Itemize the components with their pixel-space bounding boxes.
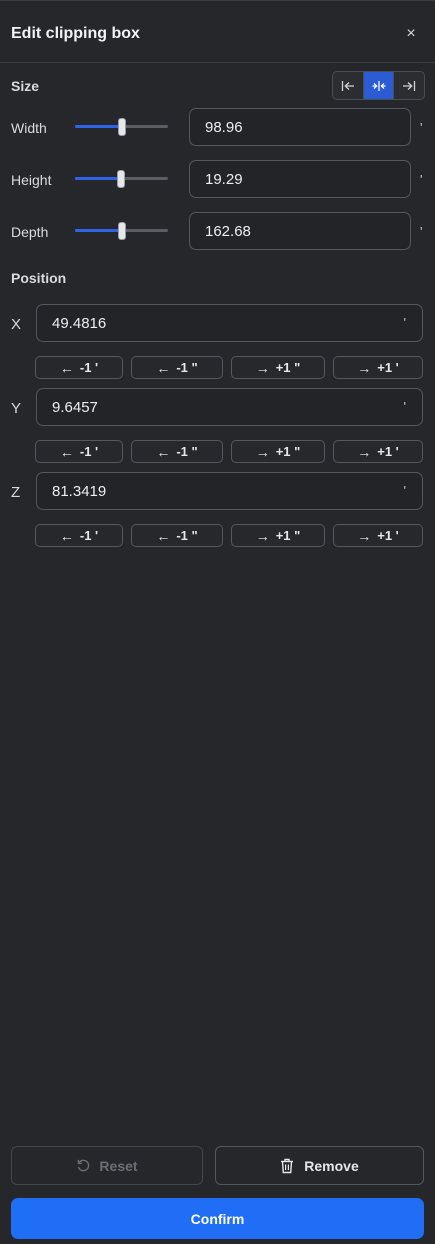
arrow-left-icon: ←: [59, 359, 74, 376]
x-step-minus-inch[interactable]: ← -1 ": [131, 356, 223, 379]
z-step-minus-inch[interactable]: ← -1 ": [131, 524, 223, 547]
x-step-minus-foot[interactable]: ← -1 ': [35, 356, 123, 379]
align-center-button[interactable]: [363, 72, 395, 99]
arrow-left-icon: ←: [59, 443, 74, 460]
confirm-button[interactable]: Confirm: [11, 1198, 424, 1239]
align-left-button[interactable]: [333, 72, 364, 99]
position-section-label: Position: [11, 270, 67, 286]
height-input[interactable]: [190, 161, 410, 197]
arrow-right-icon: →: [255, 443, 270, 460]
depth-input[interactable]: [190, 213, 410, 249]
trash-icon: [281, 1158, 294, 1173]
depth-label: Depth: [11, 224, 49, 240]
arrow-right-icon: →: [255, 527, 270, 544]
width-slider[interactable]: [75, 118, 168, 136]
remove-button[interactable]: Remove: [215, 1146, 424, 1185]
slider-thumb[interactable]: [117, 170, 125, 188]
z-step-plus-foot[interactable]: → +1 ': [333, 524, 423, 547]
close-icon: ×: [406, 25, 416, 42]
y-step-plus-foot[interactable]: → +1 ': [333, 440, 423, 463]
x-label: X: [11, 316, 22, 333]
y-step-plus-inch[interactable]: → +1 ": [231, 440, 325, 463]
z-step-minus-foot[interactable]: ← -1 ': [35, 524, 123, 547]
size-section-label: Size: [11, 78, 40, 94]
slider-fill: [75, 229, 121, 232]
align-left-icon: [341, 80, 354, 91]
arrow-right-icon: →: [357, 359, 372, 376]
reset-label: Reset: [99, 1157, 138, 1174]
depth-field[interactable]: [189, 212, 411, 250]
z-unit: ': [403, 483, 406, 498]
height-slider[interactable]: [75, 170, 168, 188]
width-unit: ': [420, 120, 423, 135]
arrow-left-icon: ←: [59, 527, 74, 544]
z-label: Z: [11, 484, 21, 501]
reset-icon: [78, 1159, 90, 1172]
slider-fill: [75, 125, 121, 128]
arrow-right-icon: →: [255, 359, 270, 376]
arrow-right-icon: →: [357, 443, 372, 460]
height-field[interactable]: [189, 160, 411, 198]
confirm-label: Confirm: [190, 1210, 245, 1227]
width-field[interactable]: [189, 108, 411, 146]
x-field[interactable]: ': [36, 304, 423, 342]
arrow-left-icon: ←: [156, 527, 171, 544]
z-input[interactable]: [37, 473, 422, 509]
x-step-plus-inch[interactable]: → +1 ": [231, 356, 325, 379]
panel-header: Edit clipping box ×: [0, 0, 435, 63]
y-unit: ': [403, 399, 406, 414]
slider-thumb[interactable]: [118, 222, 126, 240]
align-right-icon: [403, 80, 416, 91]
depth-slider[interactable]: [75, 222, 168, 240]
align-right-button[interactable]: [394, 72, 424, 99]
x-step-plus-foot[interactable]: → +1 ': [333, 356, 423, 379]
y-label: Y: [11, 400, 22, 417]
y-input[interactable]: [37, 389, 422, 425]
y-field[interactable]: ': [36, 388, 423, 426]
slider-thumb[interactable]: [118, 118, 126, 136]
close-button[interactable]: ×: [398, 22, 424, 46]
width-input[interactable]: [190, 109, 410, 145]
x-step-row: ← -1 ' ← -1 " → +1 " → +1 ': [35, 356, 423, 379]
arrow-left-icon: ←: [156, 359, 171, 376]
slider-fill: [75, 177, 121, 180]
arrow-right-icon: →: [357, 527, 372, 544]
width-label: Width: [11, 120, 47, 136]
y-step-row: ← -1 ' ← -1 " → +1 " → +1 ': [35, 440, 423, 463]
y-step-minus-foot[interactable]: ← -1 ': [35, 440, 123, 463]
panel-title: Edit clipping box: [11, 25, 140, 42]
remove-label: Remove: [304, 1157, 359, 1174]
align-center-icon: [372, 80, 385, 91]
arrow-left-icon: ←: [156, 443, 171, 460]
alignment-toggle-group: [332, 71, 425, 100]
depth-unit: ': [420, 224, 423, 239]
height-unit: ': [420, 172, 423, 187]
y-step-minus-inch[interactable]: ← -1 ": [131, 440, 223, 463]
z-step-plus-inch[interactable]: → +1 ": [231, 524, 325, 547]
x-input[interactable]: [37, 305, 422, 341]
x-unit: ': [403, 315, 406, 330]
height-label: Height: [11, 172, 52, 188]
reset-button[interactable]: Reset: [11, 1146, 203, 1185]
z-step-row: ← -1 ' ← -1 " → +1 " → +1 ': [35, 524, 423, 547]
z-field[interactable]: ': [36, 472, 423, 510]
